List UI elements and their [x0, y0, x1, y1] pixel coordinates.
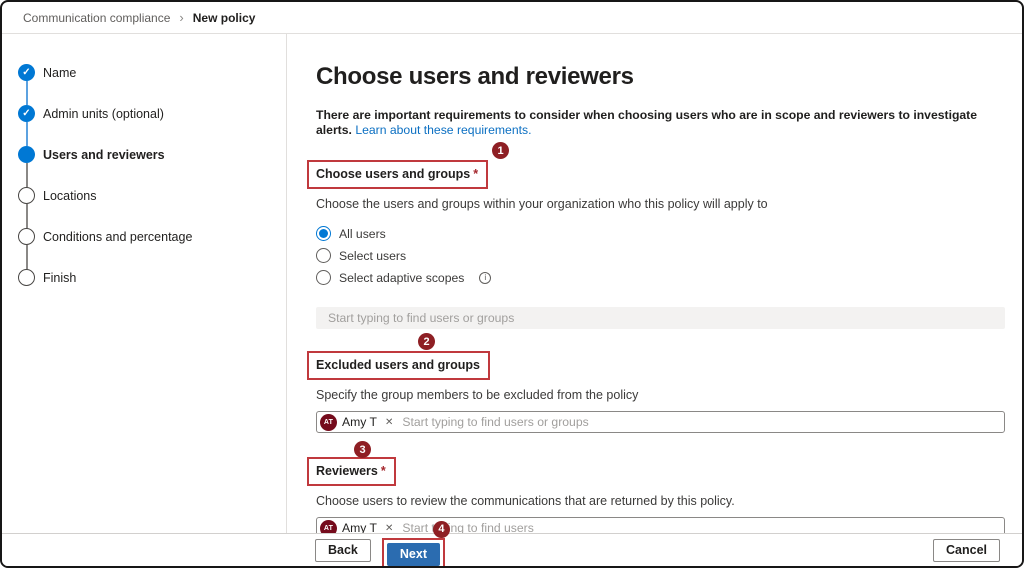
section-description: Choose users to review the communication…	[316, 494, 1005, 509]
section-description: Choose the users and groups within your …	[316, 197, 1005, 212]
person-chip: AT Amy T ✕	[320, 520, 393, 534]
step-completed-icon: ✓	[18, 64, 35, 81]
step-upcoming-icon	[18, 269, 35, 286]
step-connector	[26, 163, 28, 187]
step-name[interactable]: ✓ Name	[18, 64, 286, 81]
wizard-stepper: ✓ Name ✓ Admin units (optional) Users an…	[2, 34, 287, 533]
cancel-button[interactable]: Cancel	[933, 539, 1000, 562]
section-label: Choose users and groups	[316, 167, 470, 181]
step-admin-units[interactable]: ✓ Admin units (optional)	[18, 105, 286, 122]
next-button[interactable]: Next	[387, 543, 440, 566]
annotation-box-4: Next 4	[382, 538, 445, 568]
step-current-icon	[18, 146, 35, 163]
radio-selected-icon[interactable]	[316, 226, 331, 241]
info-icon[interactable]: i	[479, 272, 491, 284]
page-title: Choose users and reviewers	[316, 62, 1005, 92]
radio-select-users[interactable]: Select users	[316, 245, 1005, 266]
page-intro: There are important requirements to cons…	[316, 108, 1005, 138]
annotation-box-1: Choose users and groups*	[307, 160, 488, 189]
reviewers-picker[interactable]: AT Amy T ✕	[316, 517, 1005, 533]
step-connector	[26, 245, 28, 269]
breadcrumb-item-new-policy: New policy	[193, 11, 256, 25]
step-upcoming-icon	[18, 187, 35, 204]
callout-badge-2: 2	[418, 333, 435, 350]
radio-all-users[interactable]: All users	[316, 223, 1005, 244]
remove-chip-icon[interactable]: ✕	[385, 523, 393, 534]
annotation-box-2: Excluded users and groups	[307, 351, 490, 380]
section-choose-users-and-groups: Choose users and groups* 1 Choose the us…	[316, 160, 1005, 329]
step-connector	[26, 81, 28, 105]
avatar: AT	[320, 520, 337, 534]
step-upcoming-icon	[18, 228, 35, 245]
step-conditions-and-percentage: Conditions and percentage	[18, 228, 286, 245]
required-asterisk: *	[473, 167, 478, 181]
radio-unselected-icon[interactable]	[316, 248, 331, 263]
annotation-box-3: Reviewers*	[307, 457, 396, 486]
new-policy-wizard-window: Communication compliance › New policy ✓ …	[0, 0, 1024, 568]
section-label: Reviewers	[316, 464, 378, 478]
radio-select-adaptive-scopes[interactable]: Select adaptive scopes i	[316, 267, 1005, 288]
section-label: Excluded users and groups	[316, 358, 480, 372]
back-button[interactable]: Back	[315, 539, 371, 562]
excluded-users-picker[interactable]: AT Amy T ✕	[316, 411, 1005, 433]
step-finish: Finish	[18, 269, 286, 286]
users-picker-disabled	[316, 307, 1005, 329]
step-users-and-reviewers[interactable]: Users and reviewers	[18, 146, 286, 163]
learn-more-link[interactable]: Learn about these requirements.	[355, 123, 531, 137]
breadcrumb-item-communication-compliance[interactable]: Communication compliance	[23, 11, 170, 25]
required-asterisk: *	[381, 464, 386, 478]
step-connector	[26, 122, 28, 146]
breadcrumb-chevron-icon: ›	[179, 11, 183, 24]
step-connector	[26, 204, 28, 228]
wizard-footer: Back Next 4 Cancel	[2, 533, 1022, 566]
breadcrumb: Communication compliance › New policy	[2, 2, 1022, 34]
chip-name: Amy T	[342, 521, 377, 533]
users-scope-radio-group: All users Select users Select adaptive s…	[316, 223, 1005, 288]
check-icon: ✓	[22, 67, 30, 78]
wizard-page-users-and-reviewers: Choose users and reviewers There are imp…	[287, 34, 1022, 533]
remove-chip-icon[interactable]: ✕	[385, 417, 393, 428]
callout-badge-4: 4	[433, 521, 450, 538]
users-picker-input	[326, 310, 995, 326]
excluded-users-input[interactable]	[400, 414, 998, 430]
reviewers-input[interactable]	[400, 520, 998, 533]
section-description: Specify the group members to be excluded…	[316, 388, 1005, 403]
radio-unselected-icon[interactable]	[316, 270, 331, 285]
section-excluded-users-and-groups: Excluded users and groups 2 Specify the …	[316, 351, 1005, 433]
step-locations: Locations	[18, 187, 286, 204]
callout-badge-1: 1	[492, 142, 509, 159]
step-completed-icon: ✓	[18, 105, 35, 122]
chip-name: Amy T	[342, 415, 377, 429]
callout-badge-3: 3	[354, 441, 371, 458]
avatar: AT	[320, 414, 337, 431]
person-chip: AT Amy T ✕	[320, 414, 393, 431]
check-icon: ✓	[22, 108, 30, 119]
section-reviewers: Reviewers* 3 Choose users to review the …	[316, 457, 1005, 533]
